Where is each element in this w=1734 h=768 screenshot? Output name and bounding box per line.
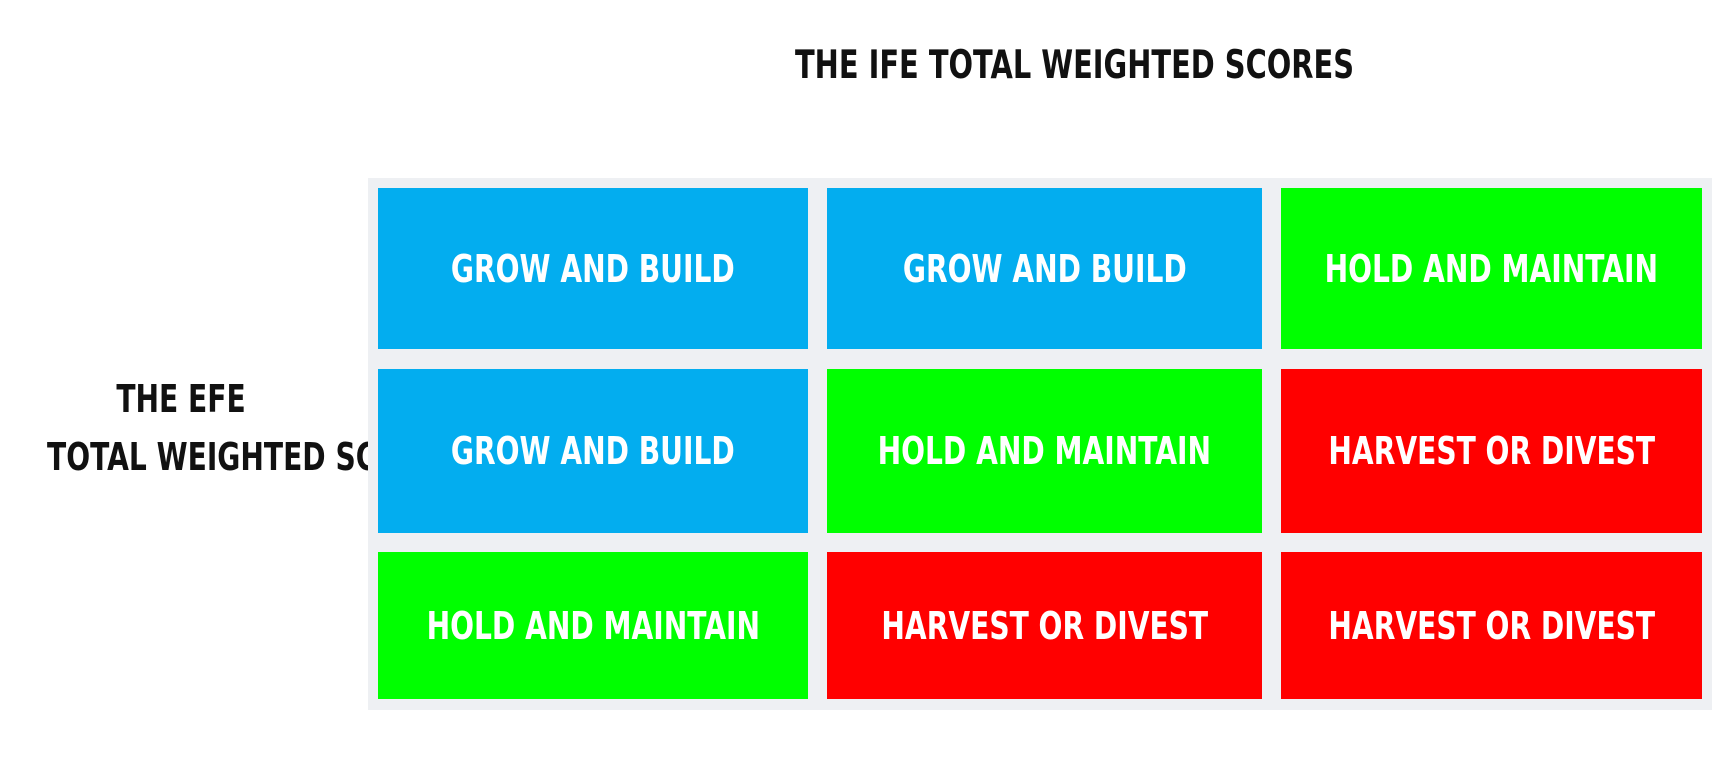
matrix-cell-r2-c1: GROW AND BUILD — [378, 369, 808, 533]
efe-axis-title-line1: THE EFE — [116, 377, 246, 421]
matrix-cell-r2-c2: HOLD AND MAINTAIN — [827, 369, 1262, 533]
matrix-cell-r1-c3: HOLD AND MAINTAIN — [1281, 188, 1702, 349]
efe-axis-title: THE EFE TOTAL WEIGHTED SCORES — [0, 370, 462, 486]
matrix-cell-r1-c2: GROW AND BUILD — [827, 188, 1262, 349]
matrix-cell-label: HOLD AND MAINTAIN — [426, 603, 760, 648]
ie-matrix-grid: GROW AND BUILD GROW AND BUILD HOLD AND M… — [368, 178, 1712, 710]
efe-axis-title-line2: TOTAL WEIGHTED SCORES — [47, 435, 462, 479]
matrix-cell-label: HOLD AND MAINTAIN — [877, 429, 1212, 473]
matrix-cell-label: HARVEST OR DIVEST — [1328, 429, 1655, 473]
matrix-cell-label: GROW AND BUILD — [451, 429, 735, 473]
matrix-cell-r3-c1: HOLD AND MAINTAIN — [378, 552, 808, 699]
matrix-cell-label: GROW AND BUILD — [451, 246, 735, 291]
matrix-cell-r3-c3: HARVEST OR DIVEST — [1281, 552, 1702, 699]
matrix-cell-r1-c1: GROW AND BUILD — [378, 188, 808, 349]
matrix-cell-r3-c2: HARVEST OR DIVEST — [827, 552, 1262, 699]
matrix-cell-label: HOLD AND MAINTAIN — [1324, 246, 1659, 291]
matrix-cell-label: HARVEST OR DIVEST — [1328, 603, 1655, 648]
matrix-cell-label: GROW AND BUILD — [902, 246, 1187, 291]
matrix-cell-label: HARVEST OR DIVEST — [881, 603, 1208, 648]
matrix-cell-r2-c3: HARVEST OR DIVEST — [1281, 369, 1702, 533]
ife-axis-title: THE IFE TOTAL WEIGHTED SCORES — [795, 43, 1355, 88]
